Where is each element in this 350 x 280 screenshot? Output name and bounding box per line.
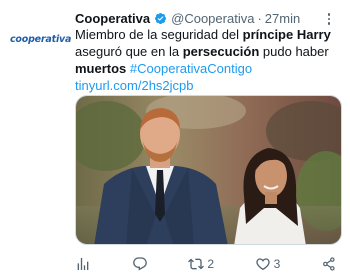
heart-icon [255, 258, 270, 271]
text-segment: aseguró que en la [75, 44, 183, 59]
tweet-actions: 2 3 [75, 254, 337, 274]
retweet-button[interactable]: 2 [188, 256, 214, 272]
bold-segment: príncipe Harry [242, 27, 331, 42]
bold-segment: persecución [182, 44, 260, 59]
display-name[interactable]: Cooperativa [75, 11, 150, 26]
logo-text: cooperativa [10, 33, 72, 45]
like-count: 3 [273, 257, 281, 271]
share-button[interactable] [321, 256, 337, 272]
tweet-text: Miembro de la seguridad del príncipe Har… [75, 26, 343, 94]
timestamp[interactable]: 27min [265, 11, 300, 26]
retweet-count: 2 [207, 257, 214, 271]
analytics-icon [77, 258, 89, 270]
tweet-photo[interactable] [75, 95, 342, 245]
text-segment: pudo haber [259, 44, 329, 59]
retweet-icon [188, 258, 205, 270]
hashtag-link[interactable]: #CooperativaContigo [130, 61, 252, 76]
reply-button[interactable] [132, 256, 148, 272]
verified-badge-icon [155, 12, 167, 24]
url-link[interactable]: tinyurl.com/2hs2jcpb [75, 78, 194, 93]
tweet-header: Cooperativa @Cooperativa · 27min [75, 8, 342, 28]
reply-icon [132, 257, 147, 271]
photo-illustration [76, 96, 341, 244]
separator-dot: · [257, 10, 262, 26]
views-button[interactable] [75, 256, 91, 272]
bold-segment: muertos [75, 61, 127, 76]
share-icon [323, 257, 335, 271]
avatar[interactable]: cooperativa [10, 29, 72, 49]
text-segment: Miembro de la seguridad del [75, 27, 243, 42]
handle[interactable]: @Cooperativa [171, 11, 254, 26]
like-button[interactable]: 3 [255, 256, 281, 272]
